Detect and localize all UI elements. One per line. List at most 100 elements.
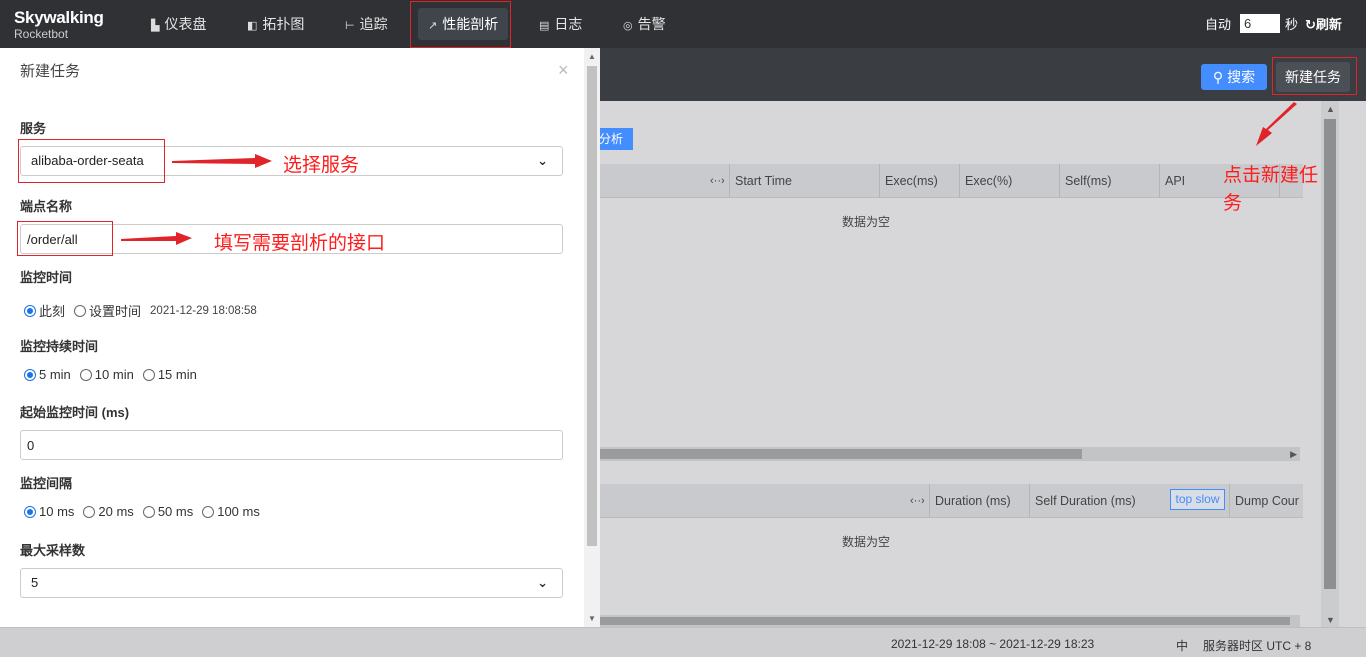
top-slow-toggle[interactable]: top slow [1170,489,1225,510]
trace-icon: ⊢ [345,20,355,32]
radio-label: 20 ms [98,504,134,519]
col-api: API [1159,164,1185,198]
expand-icon[interactable]: ‹··› [905,484,925,518]
radio-100-ms[interactable]: 100 ms [202,504,260,519]
radio-label: 50 ms [157,504,194,519]
line-chart-icon: ↗ [428,20,438,32]
new-task-dialog: 新建任务 × 服务 alibaba-order-seata ⌄ 端点名称 监控时… [0,48,600,627]
max-samples-label: 最大采样数 [20,543,86,558]
dialog-vscrollbar[interactable]: ▲ ▼ [584,48,600,627]
nav-item-topology[interactable]: ◧ 拓扑图 [237,8,314,40]
radio-label: 100 ms [217,504,260,519]
monitor-time-value: 2021-12-29 18:08:58 [150,304,257,317]
search-label: 搜索 [1227,69,1256,85]
radio-10-ms[interactable]: 10 ms [24,504,74,519]
top-navigation-bar: Skywalking Rocketbot ▙ 仪表盘 ◧ 拓扑图 ⊢ 追踪 ↗ 性能剖析… [0,0,1366,48]
nav-item-label: 性能剖析 [442,16,499,32]
start-delay-input[interactable] [20,430,563,460]
radio-unchecked-icon [142,368,155,381]
annotation-click-new-task-1: 点击新建任 [1223,165,1319,186]
expand-icon[interactable]: ‹··› [705,164,725,198]
interval-label: 监控间隔 [20,476,73,491]
annotation-select-service: 选择服务 [283,155,360,176]
col-self-duration: Self Duration (ms) [1029,484,1136,518]
endpoint-label: 端点名称 [20,199,73,214]
bar-chart-icon: ▙ [151,20,160,32]
interval-unit: 秒 [1285,17,1299,32]
radio-checked-icon [24,505,36,518]
segment-empty-text: 数据为空 [842,215,891,229]
alarm-icon: ◎ [623,20,633,32]
skywalking-logo[interactable]: Skywalking Rocketbot [14,9,104,40]
duration-label: 监控持续时间 [20,339,99,354]
radio-unchecked-icon [79,368,92,381]
radio-10-min[interactable]: 10 min [79,367,134,382]
refresh-label: 刷新 [1315,17,1342,32]
task-tab[interactable]: 分析 [596,128,633,150]
start-delay-label: 起始监控时间 (ms) [20,405,130,420]
footer-timezone[interactable]: 服务器时区 UTC + 8 [1203,637,1311,654]
nav-item-profile[interactable]: ↗ 性能剖析 [418,8,509,40]
radio-15-min[interactable]: 15 min [142,367,197,382]
col-dump-count: Dump Cour [1229,484,1299,518]
radio-checked-icon [24,368,36,381]
radio-now[interactable]: 此刻 [24,301,65,320]
new-task-button[interactable]: 新建任务 [1276,62,1350,92]
nav-item-label: 拓扑图 [262,16,305,32]
col-duration: Duration (ms) [929,484,1011,518]
radio-label: 10 min [94,367,134,382]
max-samples-select[interactable]: 5 ⌄ [20,568,563,598]
refresh-button[interactable]: ↻刷新 [1305,14,1342,33]
nav-item-log[interactable]: ▤ 日志 [529,8,592,40]
nav-item-trace[interactable]: ⊢ 追踪 [335,8,398,40]
radio-label: 此刻 [39,304,66,319]
nav-item-label: 日志 [554,16,583,32]
radio-unchecked-icon [83,505,96,518]
topology-icon: ◧ [247,20,258,32]
radio-label: 10 ms [39,504,75,519]
monitor-time-radio-group: 此刻 设置时间 2021-12-29 18:08:58 [24,301,257,320]
search-icon: ⚲ [1212,69,1224,85]
radio-label: 5 min [39,367,71,382]
radio-50-ms[interactable]: 50 ms [142,504,194,519]
nav-item-alarm[interactable]: ◎ 告警 [613,8,676,40]
radio-set-time[interactable]: 设置时间 [74,301,141,320]
close-icon[interactable]: × [558,60,569,81]
footer-language[interactable]: 中 [1176,637,1188,654]
dialog-title: 新建任务 [20,63,81,80]
logo-product: Rocketbot [14,27,69,41]
chevron-down-icon: ⌄ [537,153,548,168]
radio-5-min[interactable]: 5 min [24,367,71,382]
col-self-ms: Self(ms) [1059,164,1112,198]
log-icon: ▤ [539,20,550,32]
radio-unchecked-icon [142,505,155,518]
radio-20-ms[interactable]: 20 ms [83,504,134,519]
radio-label: 设置时间 [89,304,142,319]
radio-label: 15 min [157,367,197,382]
stack-hscrollbar[interactable] [600,615,1300,627]
refresh-interval-input[interactable] [1240,14,1280,33]
logo-brand: Skywalking [14,8,104,27]
radio-unchecked-icon [202,505,215,518]
nav-item-label: 告警 [637,16,666,32]
stack-empty-text: 数据为空 [842,535,891,549]
segment-hscrollbar[interactable]: ▶ [600,447,1300,461]
radio-unchecked-icon [74,304,87,317]
nav-item-label: 仪表盘 [164,16,207,32]
footer: 2021-12-29 18:08 ~ 2021-12-29 18:23 中 服务… [0,627,1366,657]
service-select-value: alibaba-order-seata [31,153,144,168]
duration-radio-group: 5 min 10 min 15 min [24,367,206,382]
col-start-time: Start Time [729,164,792,198]
nav-item-label: 追踪 [359,16,388,32]
chevron-down-icon: ⌄ [537,575,548,590]
col-exec-ms: Exec(ms) [879,164,938,198]
auto-refresh-label: 自动 [1205,17,1232,32]
monitor-time-label: 监控时间 [20,270,73,285]
content-vscrollbar[interactable]: ▲ ▼ [1321,101,1339,627]
search-button[interactable]: ⚲ 搜索 [1201,64,1267,90]
nav-item-dashboard[interactable]: ▙ 仪表盘 [141,8,216,40]
annotation-fill-endpoint: 填写需要剖析的接口 [214,233,386,254]
max-samples-value: 5 [31,575,39,590]
footer-time-range[interactable]: 2021-12-29 18:08 ~ 2021-12-29 18:23 [891,637,1094,651]
refresh-icon: ↻ [1305,17,1316,32]
